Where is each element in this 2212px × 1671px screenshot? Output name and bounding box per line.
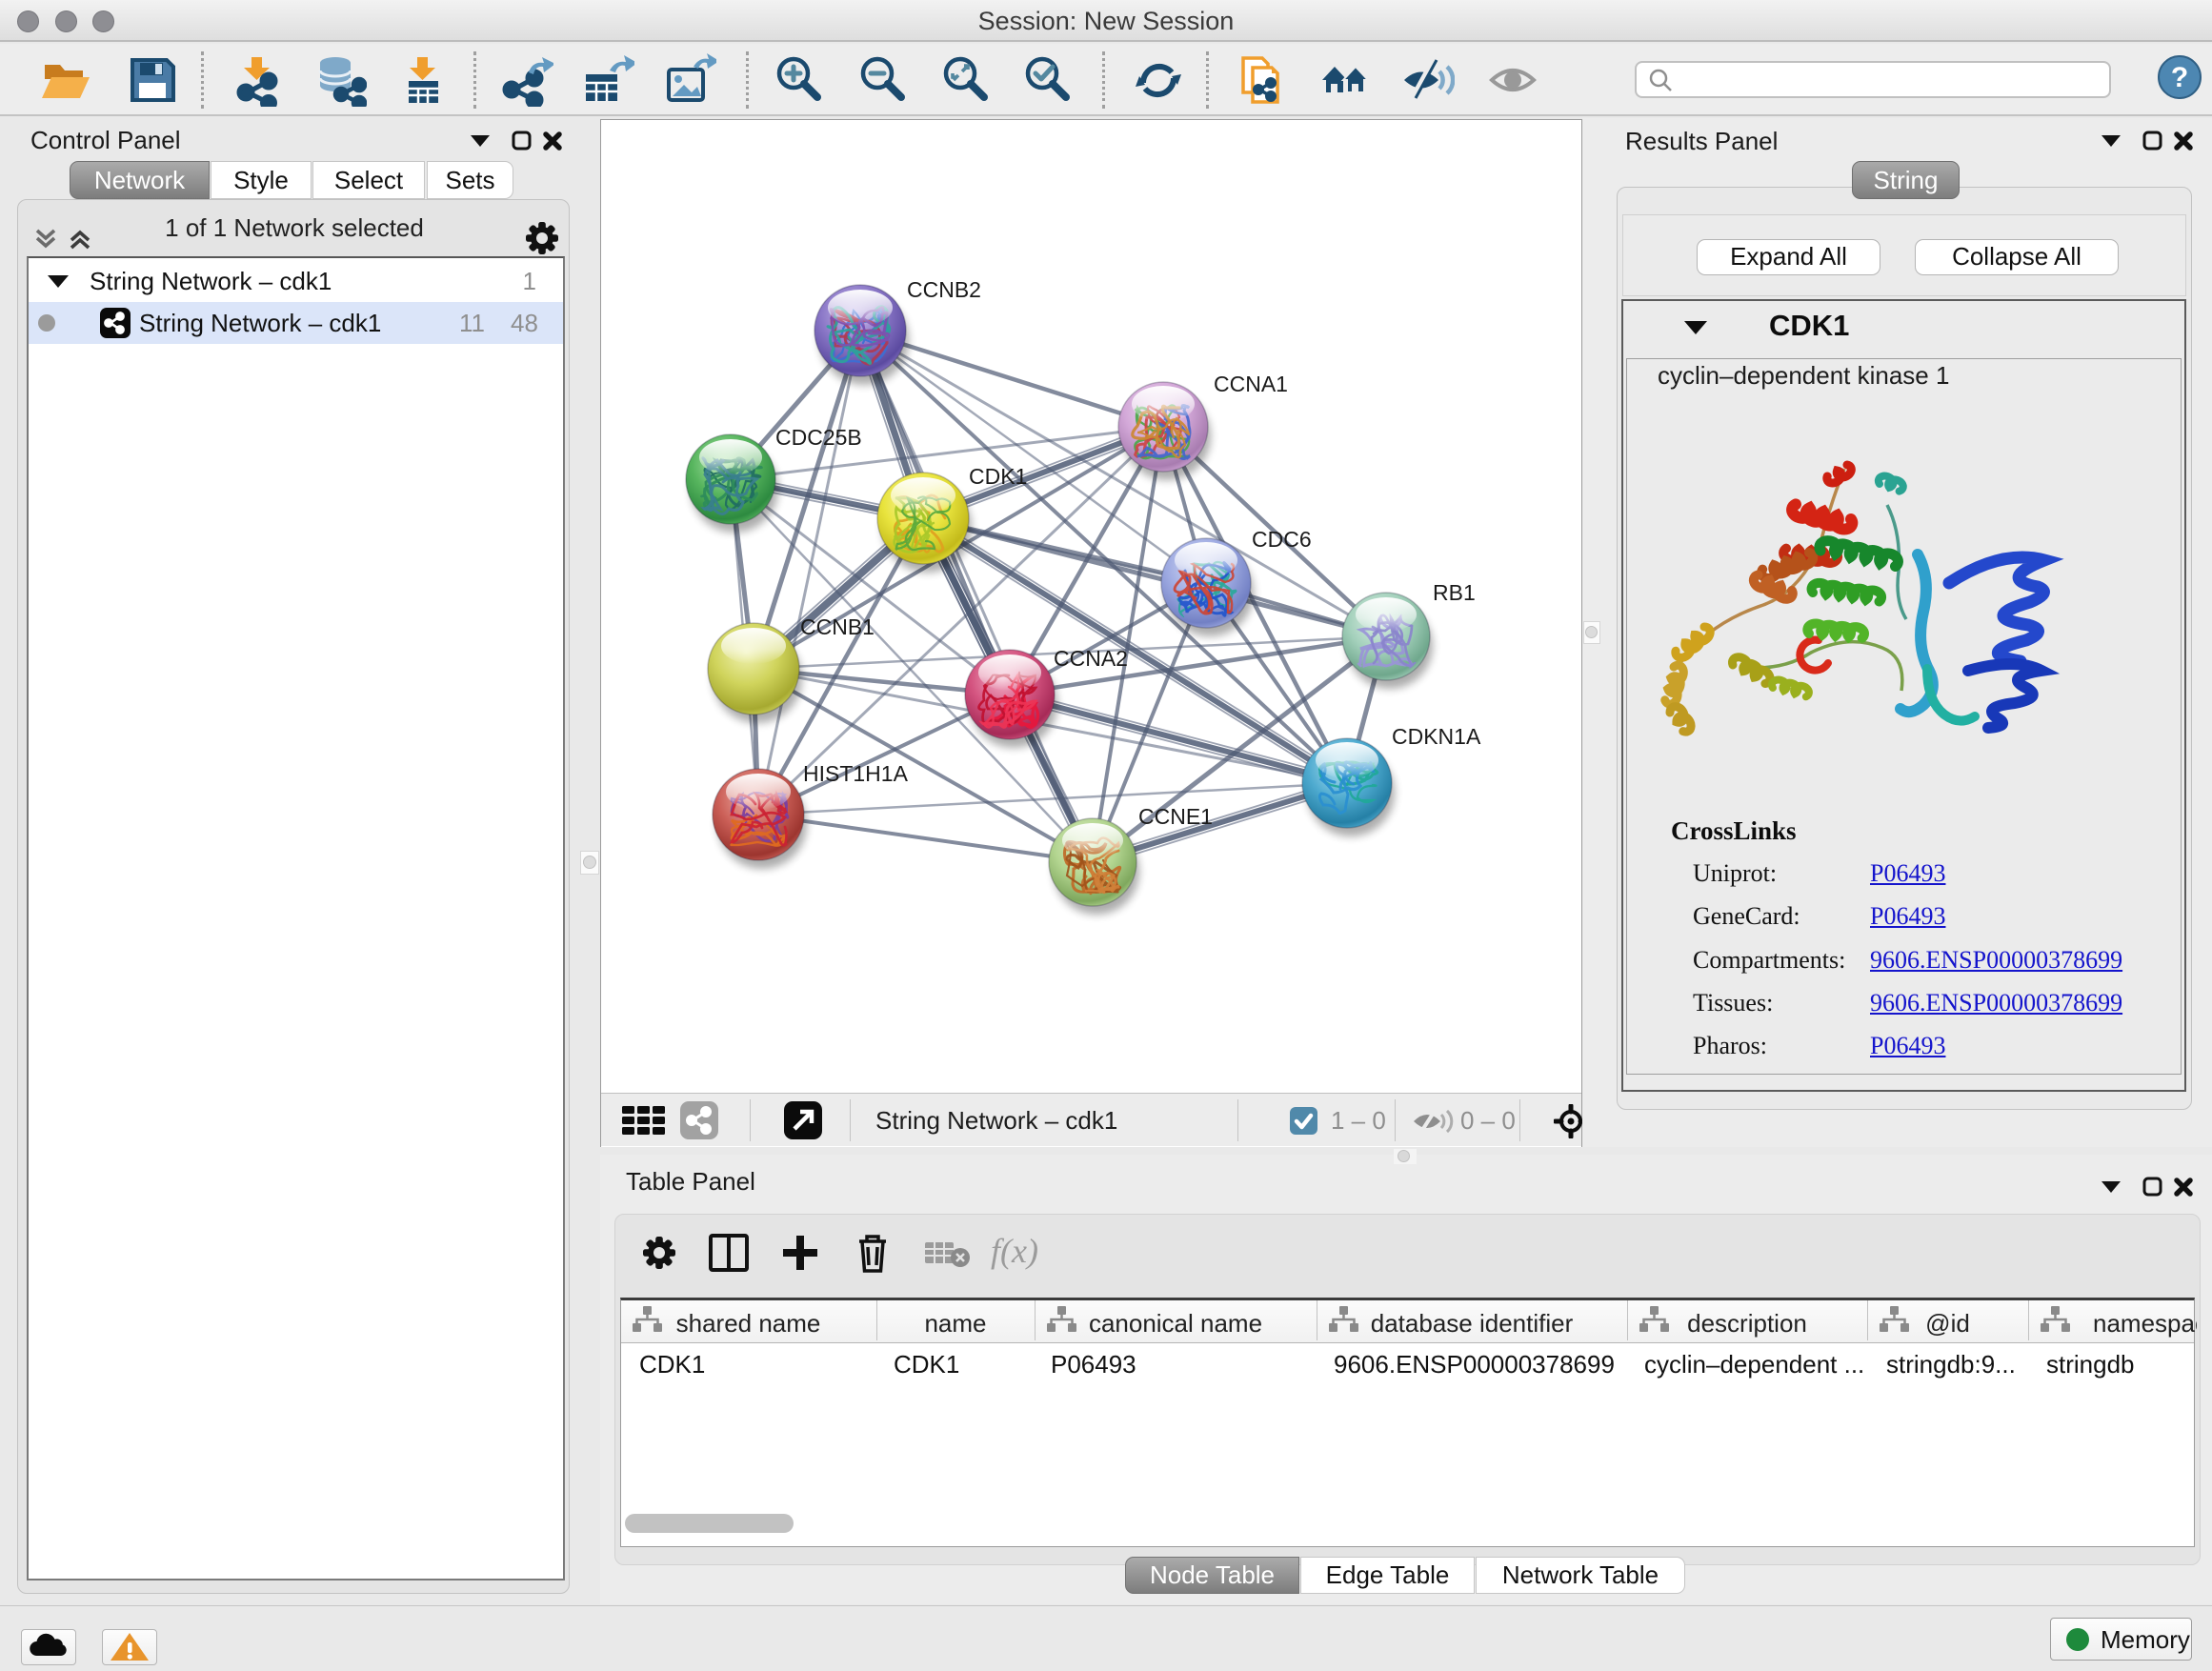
svg-text:CDKN1A: CDKN1A [1392,724,1481,749]
svg-text:CDC6: CDC6 [1252,527,1312,552]
svg-text:RB1: RB1 [1433,580,1476,605]
svg-text:?: ? [2171,62,2188,93]
svg-text:CCNE1: CCNE1 [1138,804,1213,829]
svg-text:HIST1H1A: HIST1H1A [803,761,909,786]
svg-text:CDC25B: CDC25B [775,425,862,450]
svg-text:CCNB2: CCNB2 [907,277,981,302]
svg-text:CDK1: CDK1 [969,464,1027,489]
svg-text:CCNA1: CCNA1 [1214,372,1288,396]
svg-text:CCNA2: CCNA2 [1054,646,1128,671]
svg-text:CCNB1: CCNB1 [800,614,875,639]
